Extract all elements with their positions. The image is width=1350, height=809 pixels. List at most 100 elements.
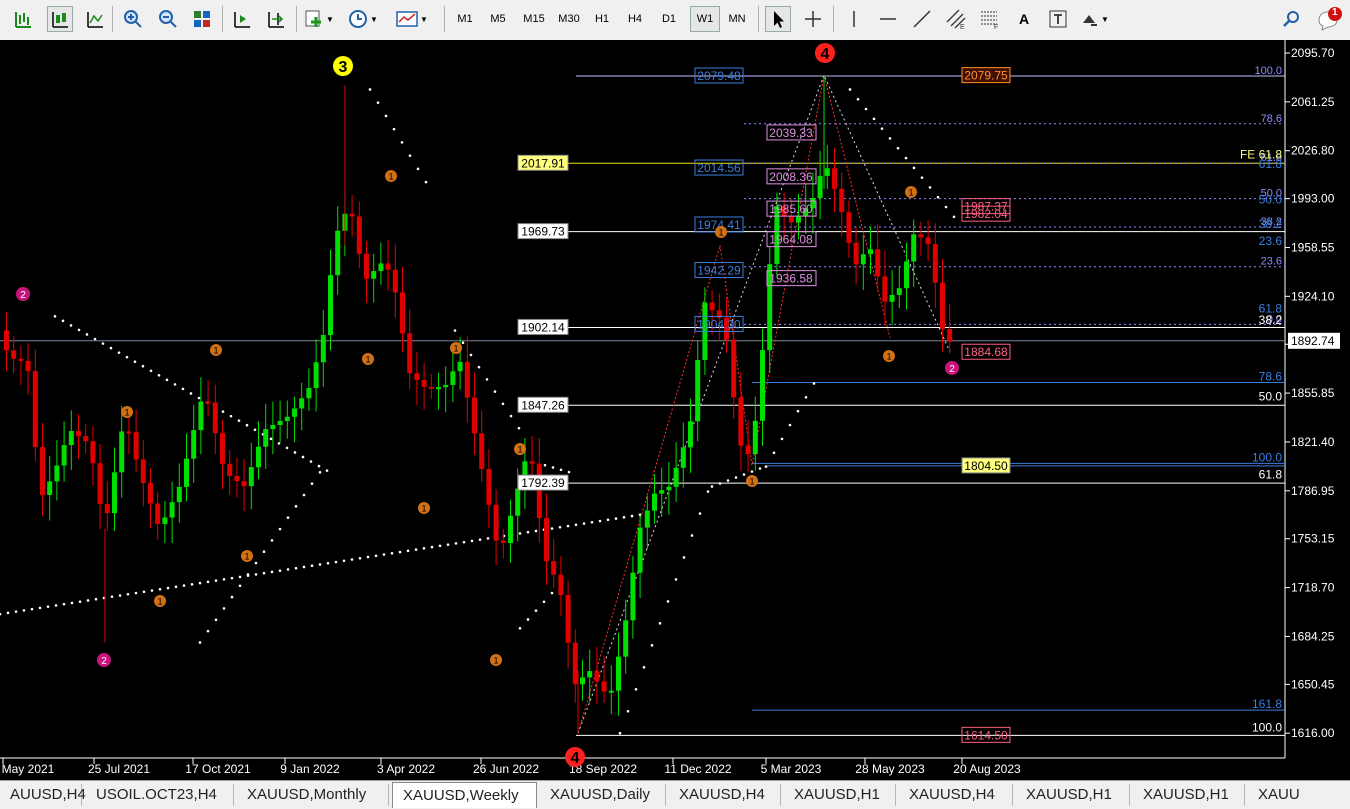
vertical-line-icon[interactable] — [841, 6, 867, 32]
psar-dot — [574, 523, 578, 527]
wave-minor-label: 1 — [365, 355, 370, 365]
psar-dot — [582, 522, 586, 525]
timeframe-m30[interactable]: M30 — [553, 6, 585, 32]
bar-chart-icon[interactable] — [10, 6, 36, 32]
candlestick-chart-icon[interactable] — [47, 6, 73, 32]
auto-scroll-icon[interactable] — [229, 6, 255, 32]
fib-ext-label: 78.6 — [1259, 370, 1283, 384]
psar-dot — [46, 605, 50, 608]
psar-dot — [54, 604, 58, 607]
psar-dot — [788, 423, 792, 427]
psar-dot — [772, 451, 776, 455]
timeframe-m1[interactable]: M1 — [452, 6, 478, 32]
wave-major-label: 4 — [821, 46, 830, 63]
candle-body — [234, 475, 240, 482]
timeframe-h4[interactable]: H4 — [622, 6, 648, 32]
candle-body — [400, 292, 405, 334]
timeframe-d1[interactable]: D1 — [656, 6, 682, 32]
fib-price-label: 1942.29 — [697, 264, 741, 278]
candle-body — [299, 398, 305, 409]
timeframe-h1[interactable]: H1 — [589, 6, 615, 32]
line-chart-icon[interactable] — [82, 6, 108, 32]
fibonacci-retracement-icon[interactable]: F — [977, 6, 1003, 32]
target-price-label: 1884.68 — [964, 345, 1008, 359]
crosshair-icon[interactable] — [800, 6, 826, 32]
psar-dot — [493, 390, 497, 393]
tab-xauusd-h1-2[interactable]: XAUUSD,H1 — [1016, 784, 1130, 806]
zoom-out-icon[interactable] — [155, 6, 181, 32]
tile-windows-icon[interactable] — [189, 6, 215, 32]
psar-dot — [125, 355, 129, 359]
fib-price-label: 2014.56 — [697, 161, 741, 175]
tab-xauusd-monthly[interactable]: XAUUSD,Monthly — [237, 784, 389, 806]
text-label-icon[interactable] — [1045, 6, 1071, 32]
psar-dot — [542, 600, 546, 604]
psar-dot — [326, 561, 330, 565]
text-tool-icon[interactable]: A — [1011, 6, 1037, 32]
candle-body — [407, 333, 413, 374]
fib-ext-label: 23.6 — [1259, 234, 1283, 248]
price-tick-label: 1855.85 — [1291, 386, 1335, 400]
templates-icon[interactable]: ▼ — [396, 6, 428, 32]
candle-body — [54, 465, 60, 482]
tab-xauusd-h1[interactable]: XAUUSD,H1 — [784, 784, 896, 806]
notifications-icon[interactable]: 1 — [1316, 6, 1342, 32]
wave-minor-label: 2 — [20, 290, 26, 301]
fib-price-label-pink: 1936.58 — [769, 272, 813, 286]
psar-dot — [416, 167, 420, 171]
timeframe-m15[interactable]: M15 — [518, 6, 550, 32]
psar-dot — [142, 590, 146, 594]
candle-body — [32, 371, 38, 448]
timeframe-mn[interactable]: MN — [724, 6, 750, 32]
horizontal-line-icon[interactable] — [875, 6, 901, 32]
search-icon[interactable] — [1278, 6, 1304, 32]
psar-dot — [598, 519, 602, 523]
trend-line-icon[interactable] — [909, 6, 935, 32]
wave-minor-label: 1 — [421, 504, 426, 514]
psar-dot — [269, 437, 273, 441]
timeframe-w1[interactable]: W1 — [690, 6, 720, 32]
tab-xauusd-h4[interactable]: XAUUSD,H4 — [669, 784, 781, 806]
tab-xauusd-h1-3[interactable]: XAUUSD,H1 — [1133, 784, 1245, 806]
tab-xauusd-h4-2[interactable]: XAUUSD,H4 — [899, 784, 1013, 806]
candle-body — [320, 335, 326, 363]
psar-dot — [61, 319, 65, 323]
psar-dot — [133, 360, 137, 363]
arrows-menu-icon[interactable]: ▼ — [1079, 6, 1109, 32]
candle-body — [760, 350, 765, 421]
tab-usoil-oct23-h4[interactable]: USOIL.OCT23,H4 — [86, 784, 234, 806]
psar-dot — [149, 369, 153, 373]
periods-clock-icon[interactable]: ▼ — [348, 6, 378, 32]
tab-auusd-h4[interactable]: AUUSD,H4 — [0, 784, 86, 806]
candle-body — [205, 401, 211, 404]
psar-dot — [392, 127, 396, 131]
psar-dot — [551, 466, 555, 469]
timeframe-m5[interactable]: M5 — [485, 6, 511, 32]
cursor-arrow-icon[interactable] — [765, 6, 791, 32]
psar-dot — [368, 88, 372, 91]
candle-body — [292, 408, 297, 417]
psar-dot — [221, 410, 225, 413]
psar-dot — [222, 607, 226, 610]
price-chart[interactable]: 2095.70 2061.25 2026.80 1993.00 1958.55 1924.… — [0, 40, 1350, 780]
tab-xauusd-daily[interactable]: XAUUSD,Daily — [540, 784, 666, 806]
tab-xauusd-weekly[interactable]: XAUUSD,Weekly — [392, 782, 537, 808]
candle-body — [479, 433, 485, 470]
candle-body — [472, 397, 477, 434]
tab-xauu-truncated[interactable]: XAUU — [1248, 784, 1350, 806]
chart-shift-icon[interactable] — [263, 6, 289, 32]
psar-dot — [293, 451, 297, 454]
fib-ext-label: 161.8 — [1252, 697, 1282, 711]
candle-body — [68, 431, 74, 446]
zoom-in-icon[interactable] — [120, 6, 146, 32]
psar-dot — [454, 542, 458, 545]
psar-dot — [567, 470, 571, 474]
price-level-label: 1792.39 — [521, 476, 565, 490]
equidistant-channel-icon[interactable]: E — [943, 6, 969, 32]
price-tick-label: 2026.80 — [1291, 144, 1335, 158]
candle-body — [313, 362, 319, 389]
psar-dot — [430, 545, 434, 549]
indicators-menu-icon[interactable]: ▼ — [304, 6, 334, 32]
notification-count: 1 — [1332, 7, 1338, 18]
fib-level-label: 100.0 — [1254, 65, 1282, 77]
